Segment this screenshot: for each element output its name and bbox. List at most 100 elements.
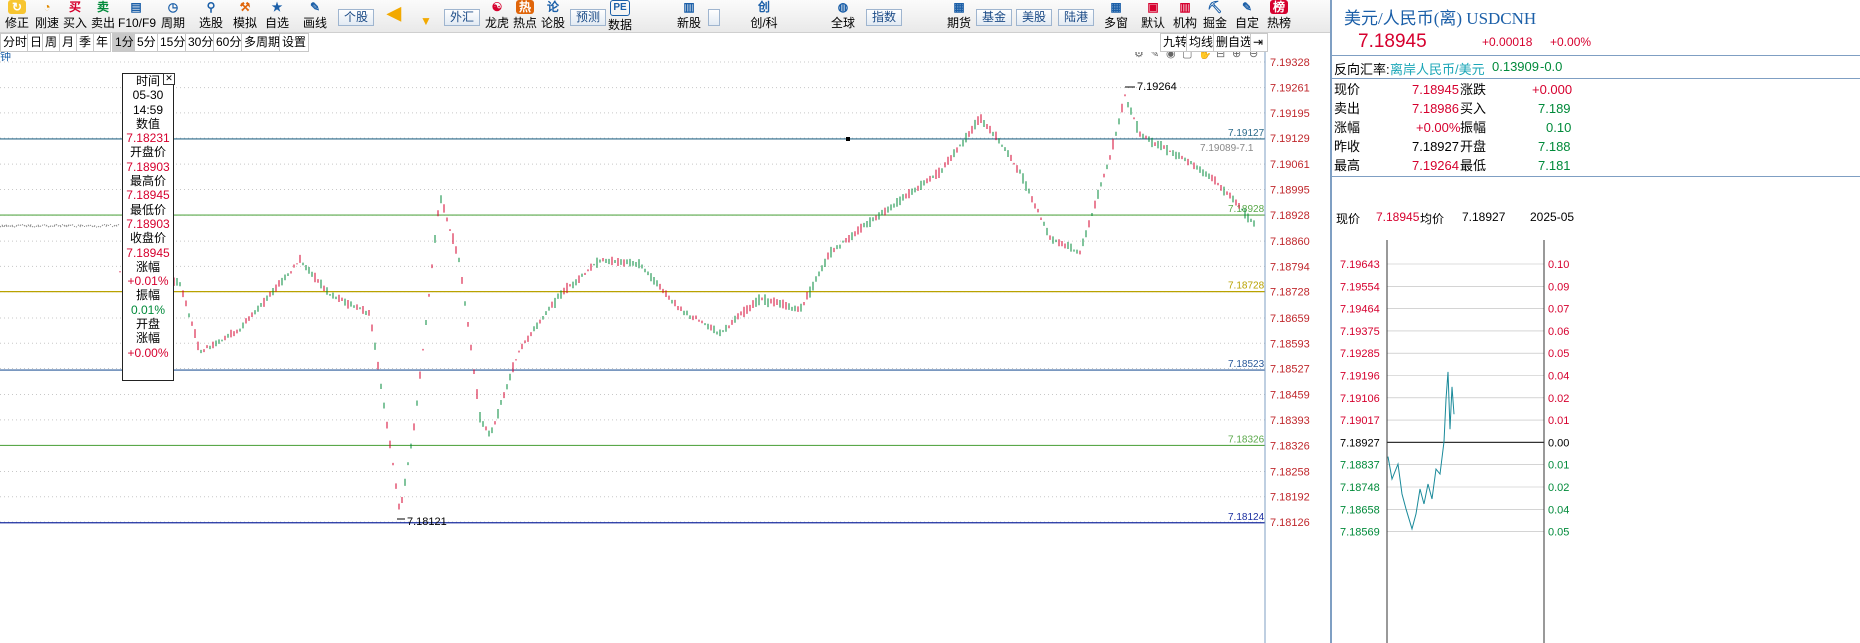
prior-trace [69, 224, 72, 227]
forum-icon: 论 [546, 0, 559, 14]
high-marker: 7.19264 [1125, 81, 1177, 93]
futures-button[interactable]: ▦ 期货 [946, 0, 972, 32]
reverse-rate-label: 反向汇率: [1334, 62, 1390, 77]
moving-avg-tab[interactable]: 均线 [1186, 33, 1217, 52]
price-levels: 7.19127 7.18928 7.18728 7.18523 7.18326 7.181… [0, 128, 1265, 524]
tooltip-label: 开盘 [135, 317, 160, 332]
chart-tools[interactable]: ⚙ ✎ ◉ ▢ ✋ ⊟ ⊕ ⊖ [1134, 52, 1258, 60]
tooltip-date: 05-30 [132, 88, 164, 103]
watchlist-menu[interactable]: ★ 自选 [262, 0, 292, 32]
toolbar-item-1[interactable]: ◔ 刚速 [34, 0, 60, 32]
mini-y-label: 7.18748 [1340, 482, 1380, 494]
options-tab[interactable] [708, 9, 720, 26]
close-icon[interactable]: ✕ [163, 73, 175, 85]
ipo-button[interactable]: ▥ 新股 [676, 0, 702, 32]
windows-icon: ▦ [1110, 0, 1122, 14]
mini-pct-label: 0.06 [1548, 326, 1569, 338]
dragon-tiger-button[interactable]: ☯ 龙虎 [484, 0, 510, 32]
tooltip-label: 最低价 [129, 202, 166, 217]
period-tab-active[interactable]: 1分 [112, 33, 137, 52]
mini-pct-label: 0.01 [1548, 460, 1569, 472]
multi-window-menu[interactable]: ▦ 多窗 [1100, 0, 1132, 32]
price-level-label: 7.18326 [1228, 434, 1265, 445]
collapse-icon[interactable]: ⇥ [1250, 33, 1268, 52]
y-tick-label: 7.18928 [1270, 210, 1310, 222]
forex-tab[interactable]: 外汇 [444, 9, 481, 26]
gold-dig-button[interactable]: ⛏ 掘金 [1202, 0, 1228, 32]
stock-tab[interactable]: 个股 [338, 9, 375, 26]
hk-connect-tab[interactable]: 陆港 [1058, 9, 1095, 26]
data-button[interactable]: PE 数据 [606, 0, 634, 32]
prior-trace [31, 225, 34, 228]
prior-trace [19, 224, 22, 226]
mini-y-label: 7.19196 [1340, 371, 1380, 383]
eye-icon: ◉ [1166, 52, 1176, 60]
y-axis: 7.19328 7.19261 7.19195 7.19129 7.19061 7.189… [1270, 57, 1310, 529]
period-tab[interactable]: 30分 [185, 33, 217, 52]
period-tab[interactable]: 5分 [134, 33, 159, 52]
tooltip-label: 涨幅 [135, 259, 160, 274]
sell-button[interactable]: 卖卖出 [90, 0, 116, 32]
period-tab[interactable]: 60分 [213, 33, 245, 52]
hot-button[interactable]: 热热点 [512, 0, 538, 32]
period-tab[interactable]: 多周期 [241, 33, 284, 52]
prior-trace [57, 225, 60, 227]
index-tab[interactable]: 指数 [866, 9, 903, 26]
period-menu[interactable]: ◷ 周期 [158, 0, 188, 32]
mini-pct-label: 0.01 [1548, 415, 1569, 427]
us-stock-tab[interactable]: 美股 [1016, 9, 1053, 26]
delete-watchlist-tab[interactable]: 删自选 [1213, 33, 1256, 52]
prior-trace [29, 224, 32, 228]
f10-icon: ▤ [130, 0, 142, 14]
tooltip-label: 收盘价 [129, 231, 166, 246]
back-button[interactable]: ◀ [380, 0, 408, 32]
global-menu[interactable]: ◍ 全球 [828, 0, 858, 32]
hot-list-button[interactable]: 榜热榜 [1266, 0, 1292, 32]
stock-select-menu[interactable]: ⚲ 选股 [196, 0, 226, 32]
simulate-button[interactable]: ⚒ 模拟 [230, 0, 260, 32]
period-tab[interactable]: 季 [76, 33, 95, 52]
prior-trace [0, 225, 2, 228]
f10-button[interactable]: ▤ F10/F9 [118, 0, 156, 32]
toolbar-item-0[interactable]: ↻ 修正 [4, 0, 30, 32]
institution-button[interactable]: ▥ 机构 [1172, 0, 1198, 32]
institution-icon: ▥ [1179, 0, 1191, 14]
period-tab[interactable]: 年 [93, 33, 112, 52]
period-tab[interactable]: 月 [59, 33, 78, 52]
prior-trace [47, 225, 50, 228]
prior-trace [25, 225, 28, 228]
forum-button[interactable]: 论论股 [540, 0, 566, 32]
clock-icon: ◷ [167, 0, 179, 14]
reverse-rate-name[interactable]: 离岸人民币/美元 [1390, 59, 1485, 78]
period-tab[interactable]: 分时 [0, 33, 31, 52]
futures-icon: ▦ [953, 0, 965, 14]
reverse-rate-value: 0.13909 [1492, 59, 1539, 74]
period-tab[interactable]: 周 [42, 33, 61, 52]
default-layout-button[interactable]: ▣ 默认 [1140, 0, 1166, 32]
prior-trace [3, 224, 6, 228]
down-button[interactable]: ▼ [414, 0, 438, 32]
y-tick-label: 7.19061 [1270, 159, 1310, 171]
quote-row: 现价 7.18945 涨跌 +0.000 [1334, 82, 1573, 97]
star-market-menu[interactable]: 创创/科 [748, 0, 780, 32]
period-tab[interactable]: 15分 [157, 33, 189, 52]
quote-row: 最高 7.19264 最低 7.181 [1334, 158, 1571, 173]
corner-label: 钟 [0, 52, 11, 63]
fund-tab[interactable]: 基金 [976, 9, 1013, 26]
draw-line-menu[interactable]: ✎ 画线 [300, 0, 330, 32]
prior-trace [89, 224, 92, 227]
prior-trace [115, 224, 118, 227]
forecast-tab[interactable]: 预测 [570, 9, 607, 26]
candles [0, 94, 1255, 510]
settings-tab[interactable]: 设置 [279, 33, 310, 52]
buy-button[interactable]: 买买入 [62, 0, 88, 32]
prior-trace [77, 224, 80, 227]
prior-trace [93, 225, 96, 228]
mini-pct-label: 0.02 [1548, 393, 1569, 405]
prior-trace [91, 225, 94, 228]
intraday-mini-chart[interactable]: 7.19643 7.19554 7.19464 7.19375 7.19285 7.191… [1332, 240, 1860, 643]
prior-trace [81, 224, 84, 227]
mini-y-label: 7.19017 [1340, 415, 1380, 427]
candlestick-chart[interactable]: 7.19127 7.18928 7.18728 7.18523 7.18326 7.181… [0, 52, 1330, 643]
custom-button[interactable]: ✎ 自定 [1234, 0, 1260, 32]
